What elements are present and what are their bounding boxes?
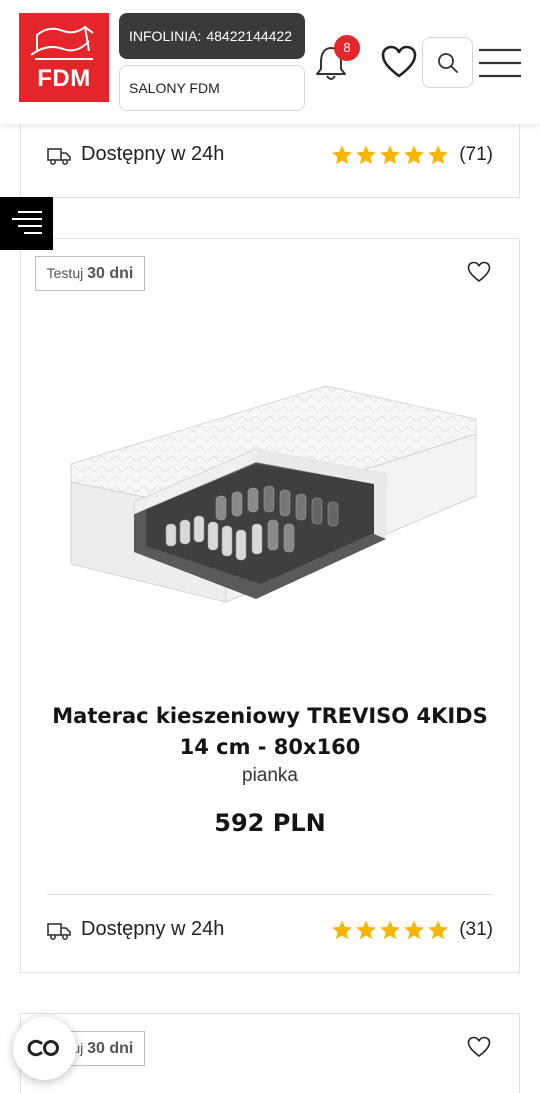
rating-stars [331,144,449,166]
rating-stars [331,919,449,941]
trial-badge-prefix: Testuj [46,265,84,281]
filter-menu-icon [12,211,42,234]
product-title[interactable]: Materac kieszeniowy TREVISO 4KIDS 14 cm … [35,701,505,763]
star-icon [380,920,400,940]
star-icon [380,145,400,165]
salony-fdm-button[interactable]: SALONY FDM [119,65,305,111]
filter-toggle-button[interactable] [0,197,53,250]
product-card[interactable]: Testuj 30 dni Materac kieszeniowy TREVIS… [20,238,520,973]
cookie-settings-icon [27,1039,59,1057]
trial-badge: Testuj 30 dni [35,256,145,291]
star-icon [356,145,376,165]
availability-row: Dostępny w 24h (31) [47,916,493,946]
search-icon [438,53,458,73]
star-icon [428,145,448,165]
infolinia-label: INFOLINIA: [129,28,202,44]
star-icon [332,920,352,940]
delivery-truck-icon [47,148,71,165]
trial-badge-days: 30 dni [87,265,134,282]
delivery-truck-icon [47,923,71,940]
availability-text: Dostępny w 24h [81,918,225,940]
review-count: (31) [459,919,493,940]
product-image[interactable] [56,374,486,614]
star-icon [404,920,424,940]
trial-badge-days: 30 dni [87,1040,134,1057]
heart-icon[interactable] [467,1036,491,1058]
heart-icon[interactable] [381,45,417,79]
availability-row: Dostępny w 24h (71) [47,141,493,171]
star-icon [428,920,448,940]
heart-icon[interactable] [467,261,491,283]
notification-badge: 8 [334,35,360,61]
star-icon [356,920,376,940]
product-card-next[interactable]: Testuj 30 dni [20,1013,520,1093]
product-price: 592 PLN [214,809,326,837]
infolinia-button[interactable]: INFOLINIA: 48422144422 [119,13,305,59]
divider [47,894,493,895]
hamburger-menu-icon[interactable] [478,46,522,80]
product-subtitle: pianka [242,765,298,786]
fdm-logo[interactable]: FDM [19,13,109,102]
star-icon [404,145,424,165]
cookie-settings-button[interactable] [13,1017,76,1080]
review-count: (71) [459,144,493,165]
star-icon [332,145,352,165]
logo-text: FDM [37,65,91,92]
page: FDM INFOLINIA:48422144422 SALONY FDM 8 [0,0,540,1093]
logo-graphic [30,25,94,60]
infolinia-number: 48422144422 [206,28,293,44]
availability-text: Dostępny w 24h [81,143,225,165]
site-header: FDM INFOLINIA: 48422144422 SALONY FDM 8 [0,0,540,124]
search-button[interactable] [422,37,473,88]
